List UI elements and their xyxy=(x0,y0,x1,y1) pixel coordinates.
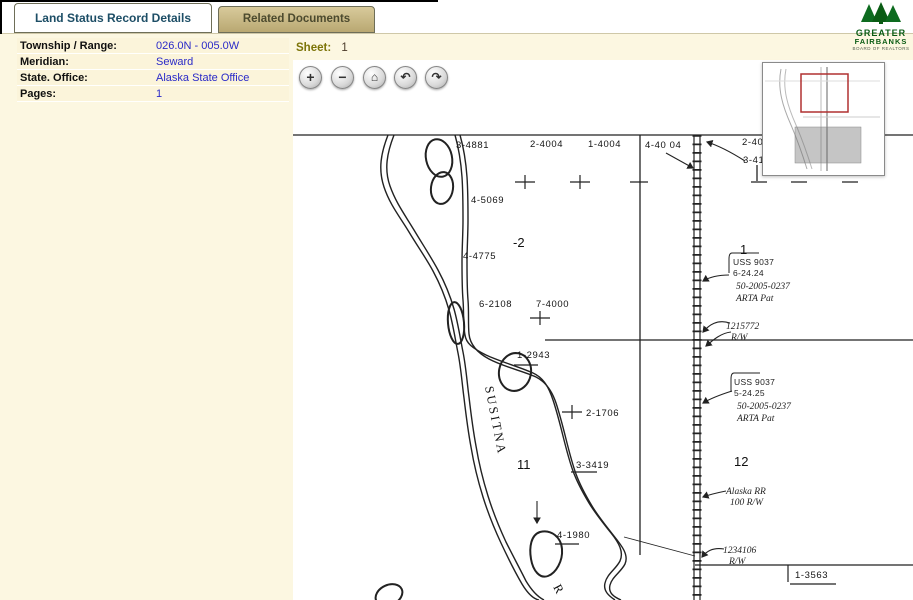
map-label: USS 9037 xyxy=(734,377,775,387)
home-view-button[interactable]: ⌂ xyxy=(363,66,386,89)
map-label: 3-3419 xyxy=(576,460,609,471)
field-value: Alaska State Office xyxy=(156,72,249,84)
map-label: 12 xyxy=(734,454,748,469)
field-state-office: State. Office: Alaska State Office xyxy=(17,70,289,86)
field-meridian: Meridian: Seward xyxy=(17,54,289,70)
rotate-left-button[interactable]: ↶ xyxy=(394,66,417,89)
zoom-out-button[interactable]: − xyxy=(331,66,354,89)
sheet-number: 1 xyxy=(341,42,347,54)
zoom-in-button[interactable]: + xyxy=(299,66,322,89)
map-label: 4-5069 xyxy=(471,195,504,206)
map-label: 5-24.25 xyxy=(734,388,765,398)
logo-text-line2: FAIRBANKS xyxy=(851,38,911,46)
map-label: 1-3563 xyxy=(795,570,828,581)
map-label: 4-40 04 xyxy=(645,140,681,151)
map-label: 50-2005-0237 xyxy=(737,402,792,412)
map-label: R/W xyxy=(730,333,748,343)
field-label: Pages: xyxy=(20,88,156,100)
tab-related-documents[interactable]: Related Documents xyxy=(218,6,375,33)
sheet-row: Sheet: 1 xyxy=(296,42,348,54)
field-value: Seward xyxy=(156,56,193,68)
map-label: 4-1980 xyxy=(557,530,590,541)
map-label: 1215772 xyxy=(726,322,760,332)
map-label: -2 xyxy=(513,235,525,250)
rotate-right-button[interactable]: ↷ xyxy=(425,66,448,89)
window-frame-left xyxy=(0,0,2,34)
thumbnail-minimap xyxy=(763,63,882,173)
map-label: 1 xyxy=(740,242,747,257)
pine-trees-icon xyxy=(859,2,903,24)
greater-fairbanks-logo: GREATER FAIRBANKS BOARD OF REALTORS xyxy=(851,2,911,52)
map-label: 1234106 xyxy=(723,546,757,556)
thumbnail-navigator[interactable] xyxy=(762,62,885,176)
map-label: 2-1706 xyxy=(586,408,619,419)
map-label: 11 xyxy=(517,457,531,472)
map-label: 6-24.24 xyxy=(733,268,764,278)
map-label: ARTA Pat xyxy=(735,294,774,304)
field-township-range: Township / Range: 026.0N - 005.0W xyxy=(17,38,289,54)
field-pages: Pages: 1 xyxy=(17,86,289,102)
map-label: 7-4000 xyxy=(536,299,569,310)
window-frame-top xyxy=(0,0,438,2)
viewport-indicator[interactable] xyxy=(801,74,848,112)
map-label: 4-4775 xyxy=(463,251,496,262)
map-label: 2-4004 xyxy=(530,139,563,150)
map-label: 1-4004 xyxy=(588,139,621,150)
map-label: Alaska RR xyxy=(725,487,766,497)
map-label: USS 9037 xyxy=(733,257,774,267)
tab-bar: Land Status Record Details Related Docum… xyxy=(0,0,913,34)
map-label: 100 R/W xyxy=(730,498,764,508)
sheet-label: Sheet: xyxy=(296,42,331,54)
map-label: 3-4881 xyxy=(456,140,489,151)
map-label: 1-2943 xyxy=(517,350,550,361)
field-value: 1 xyxy=(156,88,162,100)
field-label: State. Office: xyxy=(20,72,156,84)
field-label: Meridian: xyxy=(20,56,156,68)
details-panel: Township / Range: 026.0N - 005.0W Meridi… xyxy=(17,38,289,102)
field-value: 026.0N - 005.0W xyxy=(156,40,239,52)
field-label: Township / Range: xyxy=(20,40,156,52)
map-label: 6-2108 xyxy=(479,299,512,310)
logo-text-line3: BOARD OF REALTORS xyxy=(851,46,911,52)
map-label: ARTA Pat xyxy=(736,414,775,424)
map-label: 50-2005-0237 xyxy=(736,282,791,292)
map-label: R/W xyxy=(728,557,746,567)
tab-land-status-record-details[interactable]: Land Status Record Details xyxy=(14,3,212,33)
